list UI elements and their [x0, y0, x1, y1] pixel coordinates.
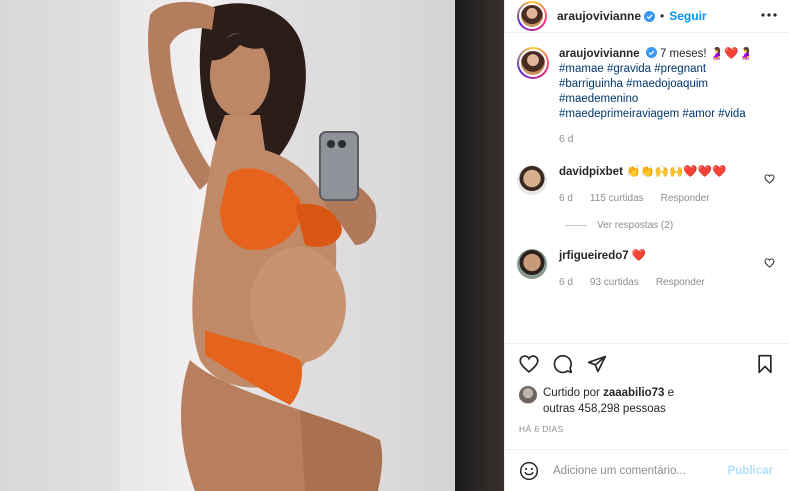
hashtag-link[interactable]: #maedeprimeiraviagem: [559, 108, 679, 120]
comment-item: jrfigueiredo7 ❤️ 6 d 93 curtidas Respond…: [505, 249, 789, 290]
hashtag-link[interactable]: #maedojoaquim: [626, 78, 708, 90]
comment-text: 👏👏🙌🙌❤️❤️❤️: [626, 166, 727, 178]
paper-plane-icon[interactable]: [587, 354, 607, 374]
view-replies-label[interactable]: Ver respostas (2): [597, 220, 673, 231]
comment-body: jrfigueiredo7 ❤️ 6 d 93 curtidas Respond…: [559, 249, 769, 290]
likes-middle: e: [667, 387, 675, 399]
reply-button[interactable]: Responder: [661, 191, 710, 206]
publish-button[interactable]: Publicar: [728, 465, 773, 477]
caption-text: 7 meses! 🤰❤️🤰: [659, 48, 753, 60]
post-actions-bar: [505, 343, 789, 381]
heart-icon[interactable]: [764, 174, 775, 184]
heart-icon[interactable]: [519, 354, 539, 374]
liker-username[interactable]: zaaabilio73: [603, 387, 664, 399]
commenter-avatar[interactable]: [517, 165, 547, 195]
replies-line: [565, 225, 587, 226]
heart-icon[interactable]: [764, 258, 775, 268]
author-username[interactable]: araujovivianne: [557, 9, 641, 23]
bookmark-icon[interactable]: [755, 354, 775, 374]
comment-body: davidpixbet 👏👏🙌🙌❤️❤️❤️ 6 d 115 curtidas …: [559, 165, 769, 206]
likes-text: Curtido por zaaabilio73 e outras 458,298…: [543, 385, 674, 417]
comment-likes[interactable]: 93 curtidas: [590, 275, 639, 290]
view-replies-button[interactable]: Ver respostas (2): [505, 220, 789, 231]
comment-meta: 6 d 93 curtidas Responder: [559, 275, 769, 290]
follow-button[interactable]: Seguir: [669, 9, 706, 23]
comment-item: davidpixbet 👏👏🙌🙌❤️❤️❤️ 6 d 115 curtidas …: [505, 165, 789, 206]
posted-ago: HÁ 6 DIAS: [519, 424, 564, 434]
comment-meta: 6 d 115 curtidas Responder: [559, 191, 769, 206]
likes-summary: Curtido por zaaabilio73 e outras 458,298…: [519, 385, 779, 417]
caption-time: 6 d: [559, 133, 574, 145]
hashtag-link[interactable]: #pregnant: [654, 63, 706, 75]
post-header: araujovivianne • Seguir: [505, 0, 789, 32]
hashtag-link[interactable]: #maedemenino: [559, 93, 638, 105]
commenter-avatar[interactable]: [517, 249, 547, 279]
liker-avatar[interactable]: [519, 386, 537, 404]
post-photo[interactable]: [0, 0, 504, 491]
hashtag-link[interactable]: #vida: [718, 108, 746, 120]
caption-body: araujovivianne 7 meses! 🤰❤️🤰 #mamae #gra…: [559, 47, 777, 147]
hashtag-link[interactable]: #amor: [682, 108, 715, 120]
more-dots-icon[interactable]: [761, 8, 777, 22]
author-avatar[interactable]: [517, 1, 547, 31]
smiley-icon[interactable]: [519, 461, 539, 481]
hashtag-link[interactable]: #mamae: [559, 63, 604, 75]
hashtag-link[interactable]: #gravida: [607, 63, 651, 75]
comment-time: 6 d: [559, 277, 573, 288]
header-separator: •: [660, 9, 665, 23]
reply-button[interactable]: Responder: [656, 275, 705, 290]
caption-username[interactable]: araujovivianne: [559, 48, 640, 60]
commenter-username[interactable]: jrfigueiredo7: [559, 250, 629, 262]
post-sidebar: araujovivianne • Seguir araujovivianne 7…: [504, 0, 789, 491]
comment-bubble-icon[interactable]: [553, 354, 573, 374]
caption-avatar[interactable]: [517, 47, 549, 79]
comment-input[interactable]: [553, 464, 713, 477]
commenter-username[interactable]: davidpixbet: [559, 166, 623, 178]
likes-prefix: Curtido por: [543, 387, 600, 399]
verified-badge-icon: [645, 47, 657, 58]
add-comment-bar: Publicar: [505, 449, 789, 491]
comments-scroll-area[interactable]: araujovivianne 7 meses! 🤰❤️🤰 #mamae #gra…: [505, 33, 789, 343]
likes-others[interactable]: outras 458,298 pessoas: [543, 403, 666, 415]
comment-text: ❤️: [631, 250, 647, 262]
photo-figure-illustration: [148, 1, 383, 491]
comment-time: 6 d: [559, 193, 573, 204]
comment-likes[interactable]: 115 curtidas: [590, 191, 644, 206]
verified-badge-icon: [644, 10, 656, 22]
post-caption: araujovivianne 7 meses! 🤰❤️🤰 #mamae #gra…: [505, 33, 789, 147]
hashtag-link[interactable]: #barriguinha: [559, 78, 623, 90]
